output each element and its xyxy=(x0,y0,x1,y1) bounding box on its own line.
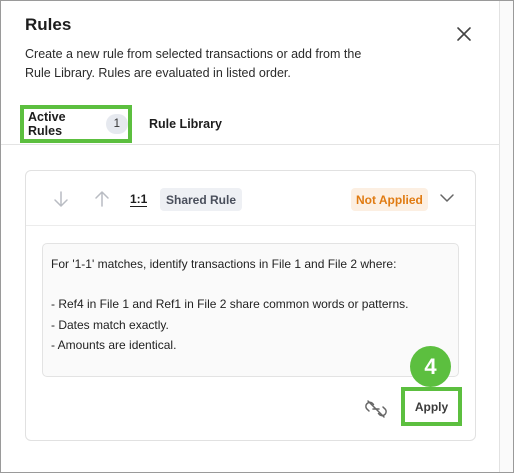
rule-card-header: 1:1 Shared Rule Not Applied xyxy=(26,171,475,226)
rule-line: For '1-1' matches, identify transactions… xyxy=(51,257,397,271)
status-badge: Not Applied xyxy=(351,188,428,211)
unlink-button[interactable] xyxy=(364,397,388,421)
move-up-button[interactable] xyxy=(93,190,111,208)
tab-active-rules[interactable]: Active Rules 1 xyxy=(20,105,132,143)
arrow-up-icon xyxy=(95,191,109,207)
shared-rule-badge: Shared Rule xyxy=(160,188,243,211)
apply-button[interactable]: Apply xyxy=(401,387,462,426)
expand-toggle[interactable] xyxy=(438,189,456,207)
dialog-title: Rules xyxy=(25,15,72,34)
scrollbar[interactable] xyxy=(499,1,513,472)
rule-line: - Amounts are identical. xyxy=(51,337,177,352)
dialog-description: Create a new rule from selected transact… xyxy=(25,47,362,80)
rules-dialog: Rules Create a new rule from selected tr… xyxy=(0,0,514,473)
tab-active-rules-label: Active Rules xyxy=(28,110,66,138)
unlink-icon xyxy=(365,400,387,418)
rule-description-box: For '1-1' matches, identify transactions… xyxy=(42,243,459,377)
rule-card: 1:1 Shared Rule Not Applied For '1-1' ma… xyxy=(25,170,476,441)
move-down-button[interactable] xyxy=(52,190,70,208)
rules-tabs: Active Rules 1 Rule Library xyxy=(1,105,500,145)
match-ratio-link[interactable]: 1:1 xyxy=(130,192,148,207)
rule-line: - Dates match exactly. xyxy=(51,317,169,332)
arrow-down-icon xyxy=(54,191,68,207)
close-icon xyxy=(457,27,471,41)
rule-line: - Ref4 in File 1 and Ref1 in File 2 shar… xyxy=(51,297,409,312)
chevron-down-icon xyxy=(440,194,454,202)
active-rules-count-badge: 1 xyxy=(105,114,128,134)
close-button[interactable] xyxy=(453,23,475,45)
step-number-badge: 4 xyxy=(410,346,451,387)
tab-rule-library[interactable]: Rule Library xyxy=(149,117,222,131)
rule-line-blank xyxy=(51,274,450,294)
